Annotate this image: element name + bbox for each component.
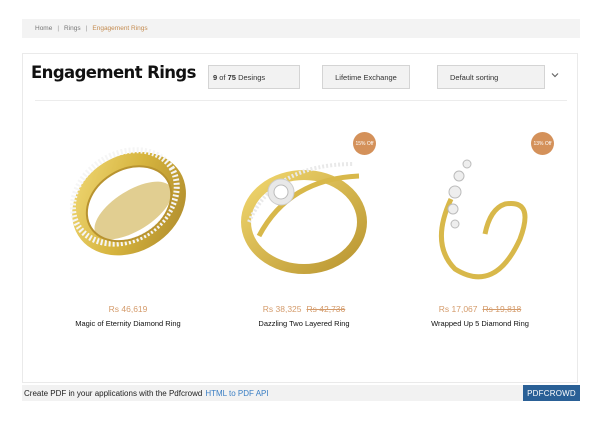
pdf-bar-text: Create PDF in your applications with the…: [24, 388, 203, 398]
product-card[interactable]: 13% Off Rs 17,067 Rs 19,818 Wrapped Up 5 …: [395, 124, 565, 334]
product-listing-panel: Engagement Rings 9 of 75 Desings Lifetim…: [22, 53, 578, 383]
breadcrumb-home-link[interactable]: Home: [35, 25, 52, 32]
pdfcrowd-bar: Create PDF in your applications with the…: [22, 385, 580, 401]
lifetime-exchange-button[interactable]: Lifetime Exchange: [322, 65, 410, 89]
html-to-pdf-link[interactable]: HTML to PDF API: [205, 389, 268, 398]
divider: [35, 100, 567, 101]
old-price: Rs 19,818: [482, 304, 522, 314]
count-shown: 9: [213, 72, 218, 82]
current-price: Rs 46,619: [108, 304, 148, 314]
current-price: Rs 17,067: [438, 304, 478, 314]
results-count: 9 of 75 Desings: [208, 65, 300, 89]
product-name[interactable]: Wrapped Up 5 Diamond Ring: [395, 319, 565, 328]
product-image[interactable]: [43, 124, 213, 294]
product-price: Rs 17,067 Rs 19,818: [395, 304, 565, 314]
product-card[interactable]: Rs 46,619 Magic of Eternity Diamond Ring: [43, 124, 213, 334]
product-price: Rs 38,325 Rs 42,736: [219, 304, 389, 314]
page-title: Engagement Rings: [31, 63, 196, 82]
breadcrumb-separator: |: [85, 25, 88, 32]
discount-badge: 13% Off: [531, 132, 554, 155]
old-price: Rs 42,736: [306, 304, 346, 314]
count-of: of: [219, 72, 226, 82]
breadcrumb: Home | Rings | Engagement Rings: [22, 19, 580, 38]
product-name[interactable]: Magic of Eternity Diamond Ring: [43, 319, 213, 328]
count-total: 75: [227, 72, 236, 82]
count-suffix: Desings: [238, 72, 266, 82]
sort-select[interactable]: Default sorting: [437, 65, 545, 89]
current-price: Rs 38,325: [262, 304, 302, 314]
discount-badge: 15% Off: [353, 132, 376, 155]
breadcrumb-rings-link[interactable]: Rings: [64, 25, 81, 32]
pdfcrowd-button[interactable]: PDFCROWD: [523, 385, 580, 401]
product-name[interactable]: Dazzling Two Layered Ring: [219, 319, 389, 328]
breadcrumb-current: Engagement Rings: [92, 25, 148, 32]
chevron-down-icon[interactable]: [549, 69, 561, 81]
product-card[interactable]: 15% Off Rs 38,325 Rs 42,736 Dazzling Two …: [219, 124, 389, 334]
breadcrumb-separator: |: [57, 25, 60, 32]
product-price: Rs 46,619: [43, 304, 213, 314]
